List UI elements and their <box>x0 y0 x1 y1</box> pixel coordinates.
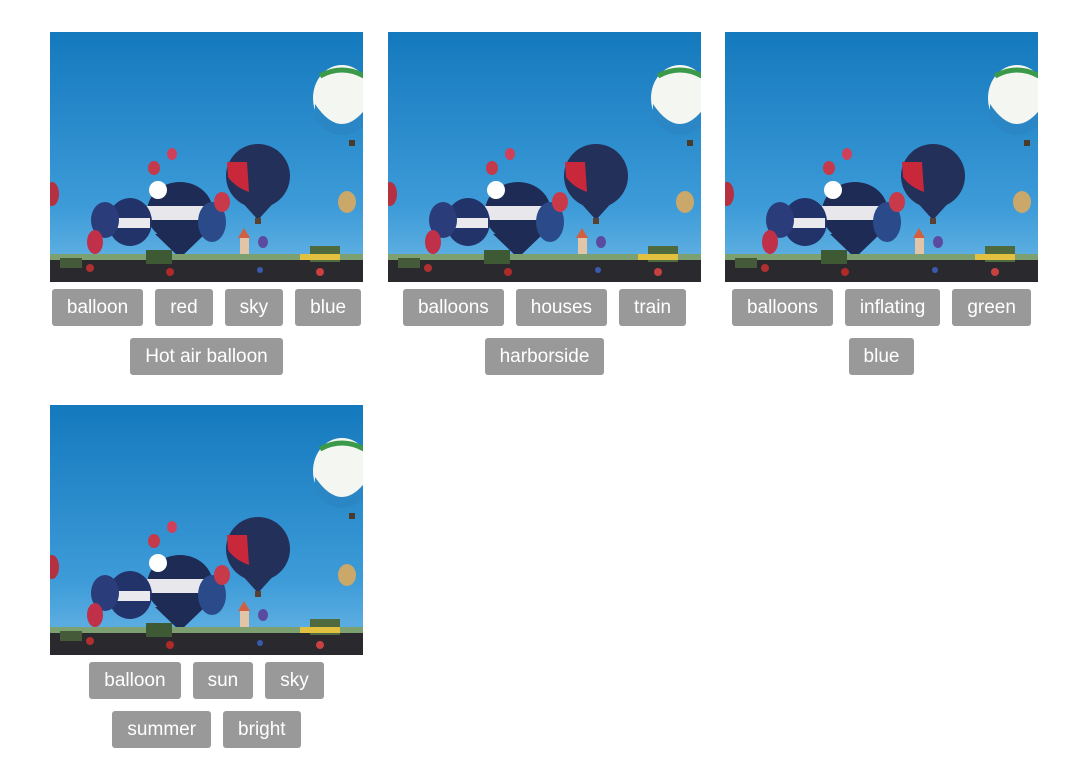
tag-button[interactable]: sky <box>265 662 324 699</box>
tag-button[interactable]: harborside <box>484 338 605 375</box>
tag-button[interactable]: green <box>952 289 1031 326</box>
balloon-photo[interactable] <box>388 32 701 282</box>
tag-button[interactable]: sun <box>192 662 254 699</box>
tag-button[interactable]: bright <box>223 711 301 748</box>
tag-button[interactable]: balloon <box>89 662 181 699</box>
tag-button[interactable]: red <box>155 289 213 326</box>
tag-button[interactable]: balloon <box>51 289 144 326</box>
tag-button[interactable]: inflating <box>844 289 941 326</box>
tag-button[interactable]: sky <box>224 289 284 326</box>
tag-button[interactable]: balloons <box>402 289 504 326</box>
balloon-photo[interactable] <box>725 32 1038 282</box>
tag-list: balloon sun sky summer bright <box>50 662 363 748</box>
tag-list: balloon red sky blue Hot air balloon <box>50 289 363 375</box>
balloon-photo[interactable] <box>50 405 363 655</box>
tag-button[interactable]: train <box>619 289 687 326</box>
photo-gallery: balloon red sky blue Hot air balloon bal… <box>0 0 1069 778</box>
tag-button[interactable]: Hot air balloon <box>130 338 283 375</box>
tag-button[interactable]: houses <box>515 289 608 326</box>
tag-list: balloons inflating green blue <box>725 289 1038 375</box>
balloon-photo[interactable] <box>50 32 363 282</box>
tag-button[interactable]: blue <box>848 338 915 375</box>
tag-button[interactable]: balloons <box>732 289 833 326</box>
tag-list: balloons houses train harborside <box>388 289 701 375</box>
tag-button[interactable]: blue <box>295 289 362 326</box>
tag-button[interactable]: summer <box>112 711 212 748</box>
